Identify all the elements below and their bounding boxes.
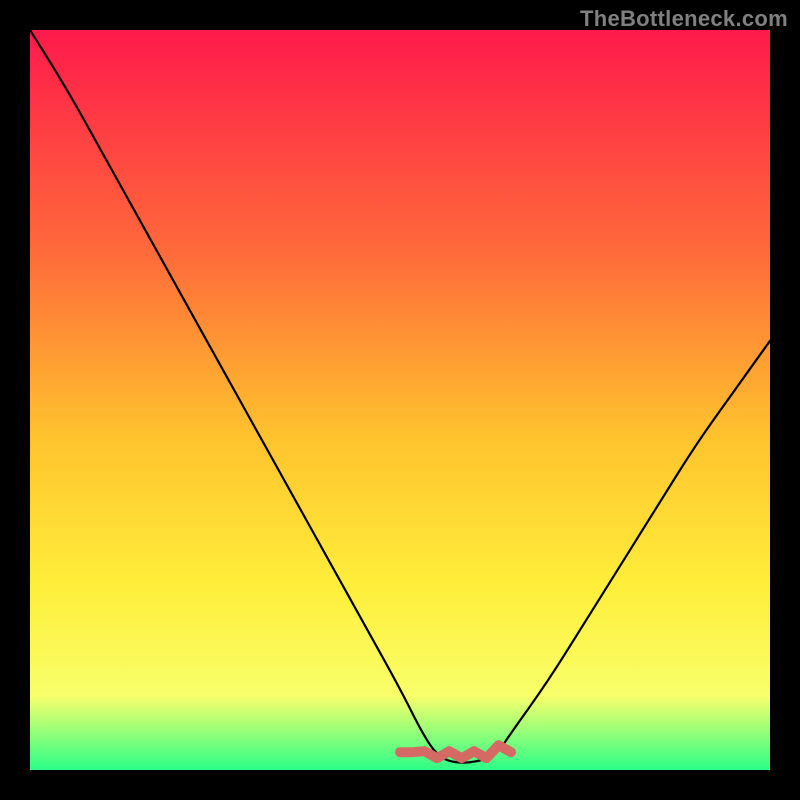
watermark-text: TheBottleneck.com [580, 6, 788, 32]
gradient-background [30, 30, 770, 770]
plot-svg [30, 30, 770, 770]
plot-area [30, 30, 770, 770]
chart-root: TheBottleneck.com [0, 0, 800, 800]
